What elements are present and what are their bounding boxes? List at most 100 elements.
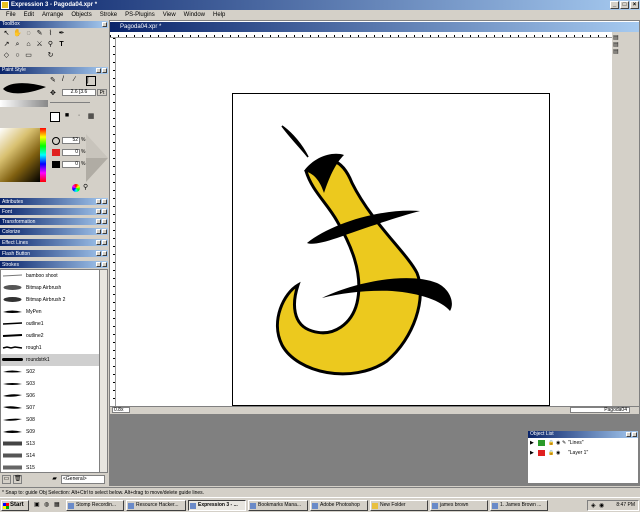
pagoda-artwork[interactable] bbox=[232, 93, 550, 406]
panel-menu-icon[interactable] bbox=[96, 199, 101, 204]
menu-view[interactable]: View bbox=[159, 12, 180, 18]
list-item[interactable]: S02 bbox=[1, 366, 99, 378]
layer-toggle-icon[interactable]: ▤ bbox=[613, 48, 621, 55]
panel-menu-icon[interactable] bbox=[96, 209, 101, 214]
list-item[interactable]: bamboo shoot bbox=[1, 270, 99, 282]
list-item[interactable]: S15 bbox=[1, 462, 99, 472]
eye-icon[interactable]: ◉ bbox=[556, 448, 560, 458]
unit-select[interactable]: Pt bbox=[97, 89, 107, 96]
zoom-field[interactable]: 0.8x bbox=[112, 407, 130, 413]
expand-arrow-icon[interactable]: ▶ bbox=[530, 438, 534, 448]
panel-effect-lines[interactable]: Effect Lines bbox=[0, 239, 108, 247]
taskbar-item[interactable]: New Folder bbox=[370, 500, 428, 511]
list-item[interactable]: rough1 bbox=[1, 342, 99, 354]
panel-attributes[interactable]: Attributes bbox=[0, 198, 108, 206]
eye-icon[interactable]: ◉ bbox=[556, 438, 560, 448]
vertical-ruler[interactable] bbox=[110, 38, 116, 406]
menu-arrange[interactable]: Arrange bbox=[38, 12, 67, 18]
panel-close-icon[interactable] bbox=[102, 22, 107, 27]
trash-icon[interactable]: 🗑 bbox=[13, 475, 22, 484]
quicklaunch-icon[interactable]: ◍ bbox=[44, 501, 53, 510]
list-item[interactable]: S03 bbox=[1, 378, 99, 390]
taskbar-item[interactable]: Bookmarks Mana... bbox=[248, 500, 308, 511]
strokes-scrollbar[interactable] bbox=[99, 270, 107, 472]
no-fill-icon[interactable] bbox=[50, 112, 60, 122]
brush-icon[interactable]: ⌇ bbox=[45, 29, 56, 39]
list-item[interactable]: S06 bbox=[1, 390, 99, 402]
close-button[interactable]: × bbox=[630, 1, 639, 9]
list-item[interactable]: Bitmap Airbrush 2 bbox=[1, 294, 99, 306]
eyedropper-icon[interactable]: ⚲ bbox=[83, 183, 88, 191]
arrow-select-icon[interactable]: ↖ bbox=[1, 29, 12, 39]
blank-tool-icon[interactable] bbox=[34, 51, 45, 61]
opacity-field[interactable]: 52 bbox=[62, 137, 80, 144]
panel-menu-icon[interactable] bbox=[96, 262, 101, 267]
horizontal-ruler[interactable] bbox=[110, 32, 615, 38]
list-item[interactable]: S14 bbox=[1, 450, 99, 462]
dot-fill-icon[interactable]: · bbox=[74, 112, 84, 122]
subselect-icon[interactable]: ↗ bbox=[1, 40, 12, 50]
panel-flash-button[interactable]: Flash Button bbox=[0, 250, 108, 258]
panel-close-icon[interactable] bbox=[102, 229, 107, 234]
panel-close-icon[interactable] bbox=[102, 68, 107, 73]
color-wheel-icon[interactable] bbox=[72, 184, 80, 192]
layer-toggle-icon[interactable]: ▤ bbox=[613, 41, 621, 48]
panel-menu-icon[interactable] bbox=[96, 219, 101, 224]
list-item[interactable]: S08 bbox=[1, 414, 99, 426]
minimize-button[interactable]: _ bbox=[610, 1, 619, 9]
layer-toggle-icon[interactable]: ▤ bbox=[613, 34, 621, 41]
panel-close-icon[interactable] bbox=[102, 199, 107, 204]
calligraphy-icon[interactable]: ∕ bbox=[74, 76, 84, 86]
expand-arrow-icon[interactable]: ▶ bbox=[530, 448, 534, 458]
eraser-icon[interactable]: ◇ bbox=[1, 51, 12, 61]
folder-icon[interactable]: ▰ bbox=[50, 475, 59, 484]
layer-row-lines[interactable]: ▶ 🔒 ◉ ✎ "Lines" bbox=[528, 438, 638, 448]
list-item[interactable]: Bitmap Airbrush bbox=[1, 282, 99, 294]
panel-close-icon[interactable] bbox=[102, 251, 107, 256]
stroke-icon[interactable]: / bbox=[62, 76, 72, 86]
hue-slider[interactable] bbox=[40, 128, 46, 182]
zoom-icon[interactable]: ⌕ bbox=[12, 40, 23, 50]
color-picker-field[interactable] bbox=[0, 128, 40, 182]
panel-menu-icon[interactable] bbox=[96, 68, 101, 73]
taskbar-item-active[interactable]: Expression 3 - ... bbox=[188, 500, 246, 511]
tray-icon[interactable]: ◈ bbox=[591, 502, 596, 511]
panel-menu-icon[interactable] bbox=[96, 251, 101, 256]
knife-icon[interactable]: ⚔ bbox=[34, 40, 45, 50]
vertical-scrollbar[interactable]: ▤ ▤ ▤ bbox=[612, 32, 639, 406]
curve-icon[interactable]: ʃ bbox=[86, 76, 96, 86]
stroke-width-field[interactable]: 2.6 [3.6 bbox=[62, 89, 96, 96]
list-item[interactable]: S07 bbox=[1, 402, 99, 414]
panel-menu-icon[interactable] bbox=[96, 240, 101, 245]
taskbar-item[interactable]: Adobe Photoshop bbox=[310, 500, 368, 511]
lasso-icon[interactable]: ◌ bbox=[23, 29, 34, 39]
stroke-category-select[interactable]: <General> bbox=[61, 475, 105, 484]
panel-close-icon[interactable] bbox=[102, 219, 107, 224]
red-field[interactable]: 0 bbox=[62, 149, 80, 156]
object-name-field[interactable]: Pagoda04 bbox=[570, 407, 630, 413]
clock[interactable]: 8:47 PM bbox=[616, 502, 635, 508]
horizontal-scrollbar[interactable] bbox=[110, 406, 639, 414]
list-item[interactable]: S13 bbox=[1, 438, 99, 450]
menu-help[interactable]: Help bbox=[209, 12, 229, 18]
taskbar-item[interactable]: james brown bbox=[430, 500, 488, 511]
tray-icon[interactable]: ◉ bbox=[599, 502, 604, 511]
node-icon[interactable]: ⌂ bbox=[23, 40, 34, 50]
taskbar-item[interactable]: Resource Hacker... bbox=[126, 500, 186, 511]
pattern-fill-icon[interactable]: ▦ bbox=[86, 112, 96, 122]
lock-icon[interactable]: 🔒 bbox=[548, 448, 554, 458]
panel-transformation[interactable]: Transformation bbox=[0, 218, 108, 226]
text-tool-icon[interactable]: T bbox=[56, 40, 67, 50]
pencil-icon[interactable]: ✎ bbox=[34, 29, 45, 39]
new-stroke-icon[interactable]: ▭ bbox=[2, 475, 11, 484]
panel-menu-icon[interactable] bbox=[96, 229, 101, 234]
rectangle-tool-icon[interactable]: ▭ bbox=[23, 51, 34, 61]
brush-icon[interactable]: ✎ bbox=[50, 76, 60, 86]
menu-stroke[interactable]: Stroke bbox=[96, 12, 121, 18]
pen-icon[interactable]: ✒ bbox=[56, 29, 67, 39]
panel-close-icon[interactable] bbox=[102, 262, 107, 267]
quicklaunch-icon[interactable]: ▣ bbox=[34, 501, 43, 510]
panel-strokes[interactable]: Strokes bbox=[0, 261, 108, 269]
panel-close-icon[interactable] bbox=[632, 432, 637, 437]
black-field[interactable]: 0 bbox=[62, 161, 80, 168]
